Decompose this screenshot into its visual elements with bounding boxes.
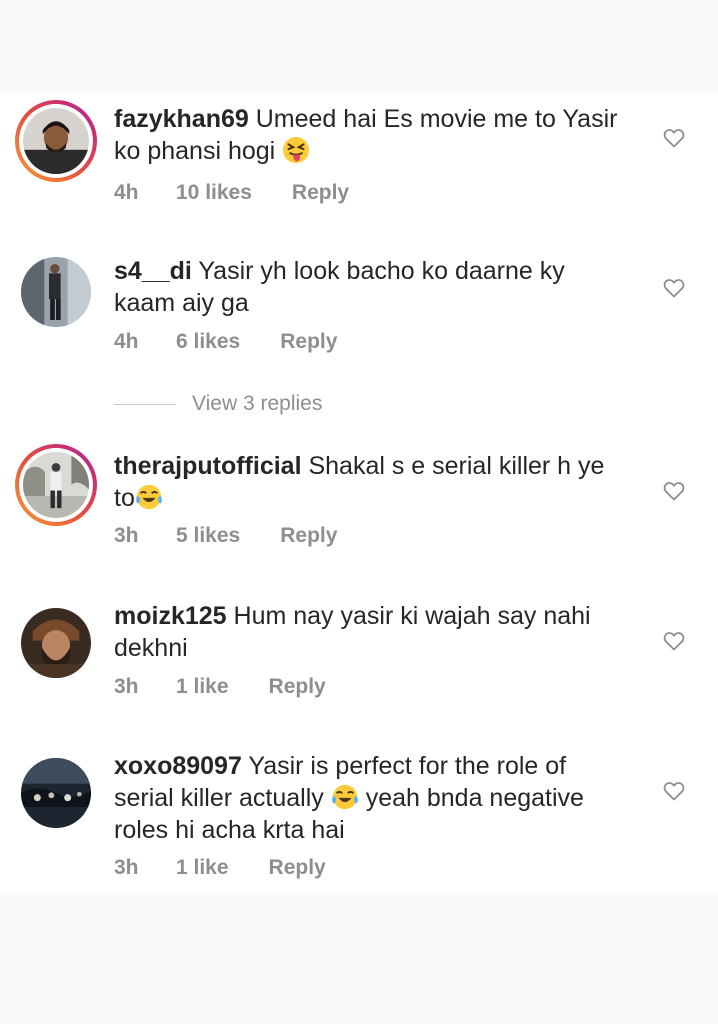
username[interactable]: therajputofficial [114, 452, 302, 480]
tears-of-joy-emoji [135, 484, 162, 510]
comment-text: ko phansi hogi [114, 137, 276, 165]
username[interactable]: moizk125 [114, 602, 227, 630]
heart-icon[interactable] [662, 479, 686, 503]
reply-button[interactable]: Reply [280, 330, 337, 354]
avatar[interactable] [15, 444, 97, 526]
username[interactable]: fazykhan69 [114, 105, 249, 133]
comment-text: Umeed hai Es movie me to Yasir [255, 105, 618, 133]
reply-button[interactable]: Reply [269, 675, 326, 699]
comments-panel: fazykhan69 Umeed hai Es movie me to Yasi… [0, 93, 718, 893]
divider [114, 403, 176, 406]
comment-time: 3h [114, 856, 139, 879]
username[interactable]: s4__di [114, 257, 192, 285]
heart-icon[interactable] [662, 276, 686, 300]
avatar[interactable] [21, 257, 91, 327]
reply-button[interactable]: Reply [280, 524, 337, 548]
comment-text: Hum nay yasir ki wajah say nahi [233, 602, 591, 630]
comment-text: to [114, 484, 135, 512]
likes-count[interactable]: 1 like [176, 856, 229, 880]
comment-text: serial killer actually [114, 784, 324, 812]
avatar[interactable] [21, 608, 91, 678]
comment-text: dekhni [114, 634, 188, 662]
avatar[interactable] [15, 100, 97, 182]
reply-button[interactable]: Reply [269, 856, 326, 880]
avatar[interactable] [21, 758, 91, 828]
squinting-tongue-emoji [283, 136, 310, 164]
comment-time: 4h [114, 330, 139, 353]
heart-icon[interactable] [662, 779, 686, 803]
reply-button[interactable]: Reply [292, 181, 349, 205]
comment-text: Shakal s e serial killer h ye [308, 452, 605, 480]
heart-icon[interactable] [662, 629, 686, 653]
view-replies-button[interactable]: View 3 replies [114, 392, 322, 416]
likes-count[interactable]: 10 likes [176, 181, 252, 205]
comment-time: 3h [114, 675, 139, 698]
comment-text: roles hi acha krta hai [114, 816, 345, 844]
comment-time: 3h [114, 524, 139, 547]
username[interactable]: xoxo89097 [114, 752, 242, 780]
comment-text: Yasir is perfect for the role of [248, 752, 567, 780]
heart-icon[interactable] [662, 126, 686, 150]
comment-text: yeah bnda negative [365, 784, 584, 812]
comment-text: kaam aiy ga [114, 289, 249, 317]
likes-count[interactable]: 6 likes [176, 330, 240, 354]
comment-time: 4h [114, 181, 139, 204]
likes-count[interactable]: 1 like [176, 675, 229, 699]
tears-of-joy-emoji [331, 784, 358, 810]
comment-text: Yasir yh look bacho ko daarne ky [198, 257, 565, 285]
view-replies-label: View 3 replies [192, 392, 323, 415]
likes-count[interactable]: 5 likes [176, 524, 240, 548]
